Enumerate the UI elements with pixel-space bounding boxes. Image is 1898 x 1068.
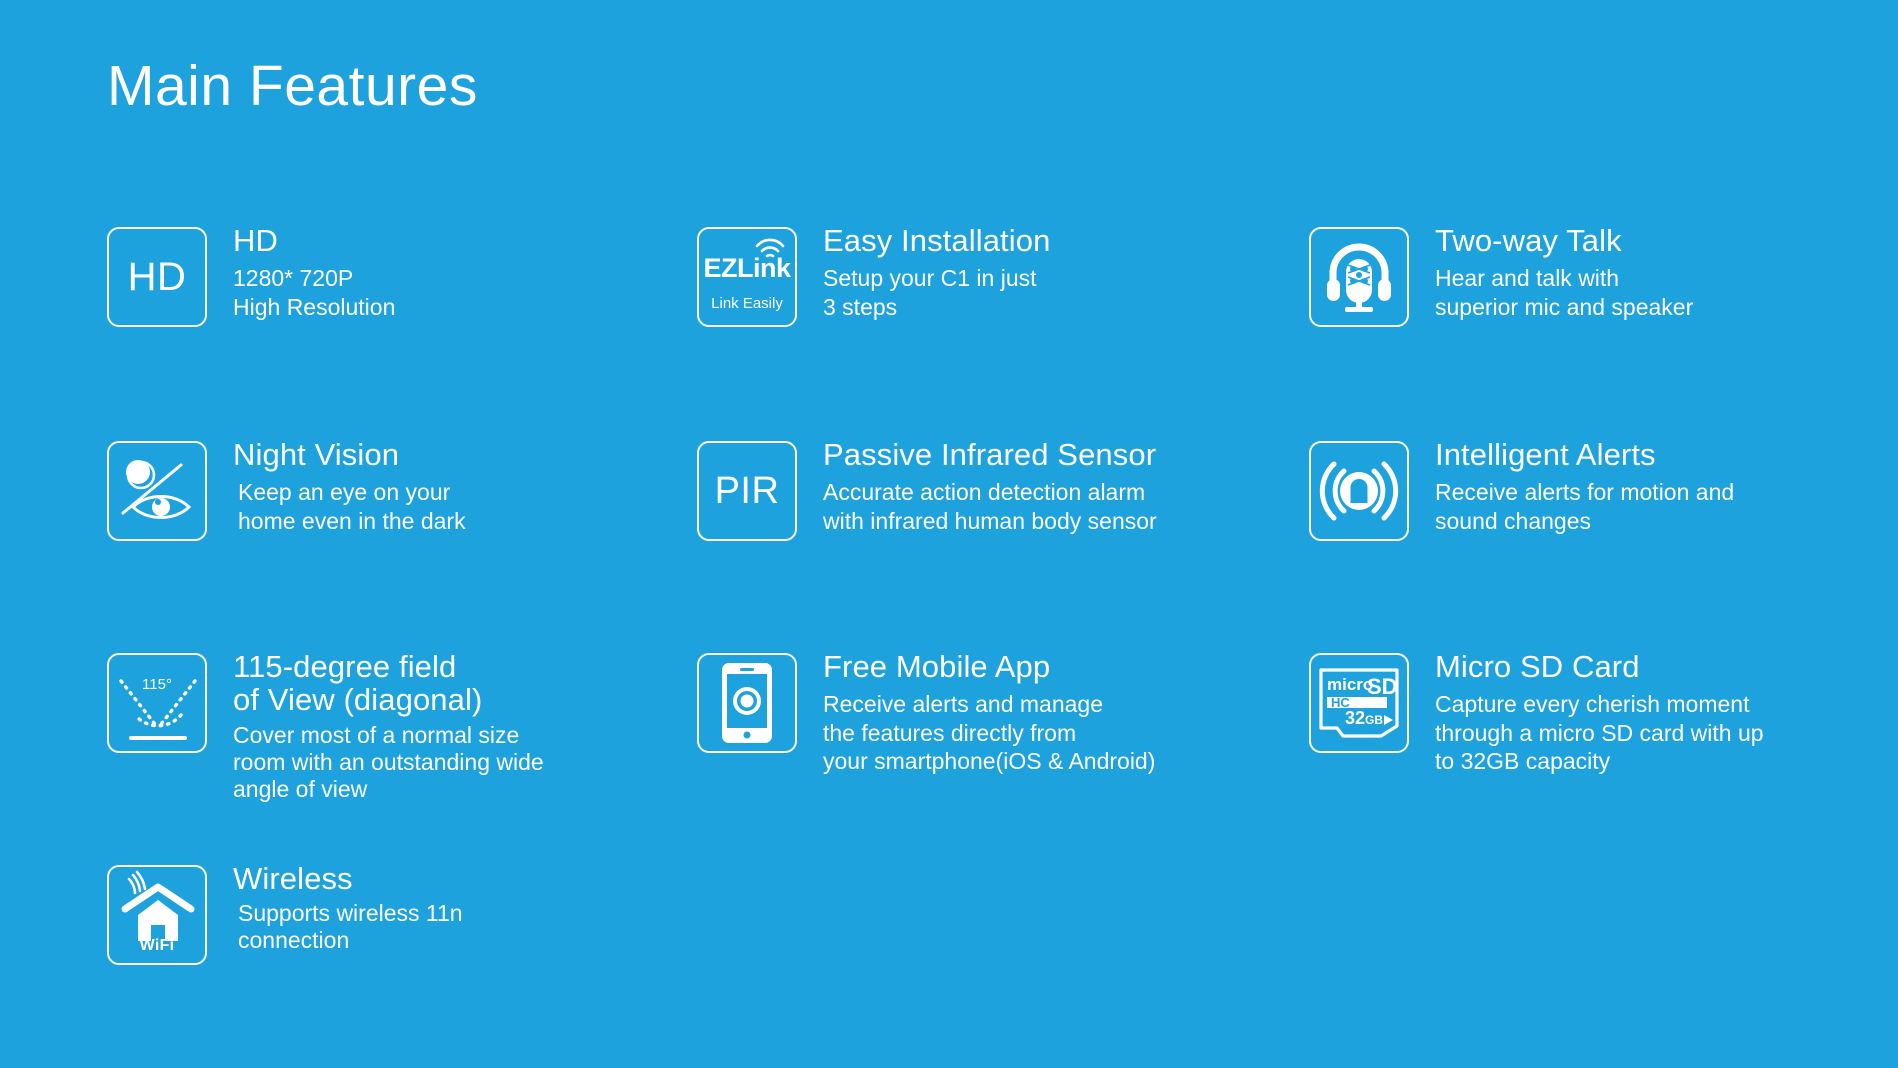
field-of-view-glyph	[119, 679, 197, 740]
headset-microphone-glyph	[1327, 243, 1391, 312]
wifi-house-icon: WiFi	[107, 865, 207, 965]
feature-description: Accurate action detection alarm with inf…	[823, 479, 1157, 534]
feature-text: Two-way Talk Hear and talk with superior…	[1435, 222, 1693, 321]
feature-easy-installation: EZLink Link Easily Easy Installation Set…	[697, 222, 1309, 436]
sd-capacity-unit-label: GB	[1365, 713, 1383, 727]
feature-text: Free Mobile App Receive alerts and manag…	[823, 648, 1155, 775]
features-row: Night Vision Keep an eye on your home ev…	[107, 436, 1867, 648]
ezlink-icon-label: EZLink	[703, 238, 791, 282]
feature-passive-infrared-sensor: PIR Passive Infrared Sensor Accurate act…	[697, 436, 1309, 648]
feature-title: HD	[233, 223, 278, 258]
feature-description: Receive alerts for motion and sound chan…	[1435, 479, 1735, 534]
features-row: HD HD 1280* 720P High Resolution EZLink	[107, 222, 1867, 436]
headset-microphone-icon	[1309, 227, 1409, 327]
features-row-spacer	[697, 860, 1309, 1050]
feature-description: Setup your C1 in just 3 steps	[823, 265, 1037, 320]
feature-micro-sd-card: micro SD HC 32 GB Micro SD Card Capture …	[1309, 648, 1867, 860]
feature-title: Passive Infrared Sensor	[823, 437, 1157, 472]
features-row: WiFi Wireless Supports wireless 11n conn…	[107, 860, 1867, 1050]
feature-text: Intelligent Alerts Receive alerts for mo…	[1435, 436, 1734, 535]
feature-hd: HD HD 1280* 720P High Resolution	[107, 222, 697, 436]
ezlink-icon-subtext: Link Easily	[711, 295, 783, 312]
feature-free-mobile-app: Free Mobile App Receive alerts and manag…	[697, 648, 1309, 860]
person-alert-waves-glyph	[1319, 461, 1399, 521]
person-alert-waves-icon	[1309, 441, 1409, 541]
feature-two-way-talk: Two-way Talk Hear and talk with superior…	[1309, 222, 1867, 436]
hd-icon-label: HD	[127, 254, 187, 299]
feature-title: Night Vision	[233, 437, 400, 472]
feature-field-of-view: 115° 115-degree field of View (diagonal)…	[107, 648, 697, 860]
ezlink-icon: EZLink Link Easily	[697, 227, 797, 327]
feature-description: Cover most of a normal size room with an…	[233, 721, 544, 802]
feature-title: 115-degree field of View (diagonal)	[233, 649, 483, 718]
feature-title: Intelligent Alerts	[1435, 437, 1656, 472]
feature-description: Capture every cherish moment through a m…	[1435, 691, 1764, 775]
micro-sd-card-glyph: micro SD HC 32 GB	[1319, 668, 1399, 738]
field-of-view-angle-icon: 115°	[107, 653, 207, 753]
feature-wireless: WiFi Wireless Supports wireless 11n conn…	[107, 860, 697, 1050]
micro-sd-card-icon: micro SD HC 32 GB	[1309, 653, 1409, 753]
features-page: Main Features HD HD 1280* 720P High Reso…	[0, 0, 1898, 1068]
hd-icon: HD	[107, 227, 207, 327]
feature-description: 1280* 720P High Resolution	[233, 265, 396, 320]
feature-title: Easy Installation	[823, 223, 1051, 258]
feature-text: Easy Installation Setup your C1 in just …	[823, 222, 1050, 321]
feature-text: Micro SD Card Capture every cherish mome…	[1435, 648, 1764, 775]
feature-text: Passive Infrared Sensor Accurate action …	[823, 436, 1157, 535]
feature-text: Night Vision Keep an eye on your home ev…	[233, 436, 466, 535]
feature-description: Hear and talk with superior mic and spea…	[1435, 265, 1694, 320]
feature-description: Supports wireless 11n connection	[238, 900, 463, 954]
feature-title: Free Mobile App	[823, 649, 1051, 684]
night-vision-eye-icon	[107, 441, 207, 541]
wifi-signal-icon	[755, 238, 784, 258]
features-grid: HD HD 1280* 720P High Resolution EZLink	[107, 222, 1867, 1050]
smartphone-glyph	[722, 663, 772, 743]
sd-sd-label: SD	[1367, 674, 1398, 699]
feature-description: Keep an eye on your home even in the dar…	[238, 479, 466, 534]
feature-night-vision: Night Vision Keep an eye on your home ev…	[107, 436, 697, 648]
night-vision-glyph	[121, 460, 192, 519]
feature-intelligent-alerts: Intelligent Alerts Receive alerts for mo…	[1309, 436, 1867, 648]
smartphone-icon	[697, 653, 797, 753]
page-title: Main Features	[107, 54, 478, 118]
wifi-house-caption: WiFi	[139, 937, 175, 954]
feature-text: 115-degree field of View (diagonal) Cove…	[233, 648, 544, 803]
features-row: 115° 115-degree field of View (diagonal)…	[107, 648, 1867, 860]
feature-title: Wireless	[233, 861, 353, 896]
feature-description: Receive alerts and manage the features d…	[823, 691, 1156, 775]
feature-title: Micro SD Card	[1435, 649, 1640, 684]
pir-icon-label: PIR	[714, 469, 780, 512]
pir-icon: PIR	[697, 441, 797, 541]
feature-title: Two-way Talk	[1435, 223, 1622, 258]
sd-capacity-label: 32	[1345, 708, 1365, 728]
features-row-spacer	[1309, 860, 1867, 1050]
feature-text: Wireless Supports wireless 11n connectio…	[233, 860, 463, 954]
feature-text: HD 1280* 720P High Resolution	[233, 222, 395, 321]
